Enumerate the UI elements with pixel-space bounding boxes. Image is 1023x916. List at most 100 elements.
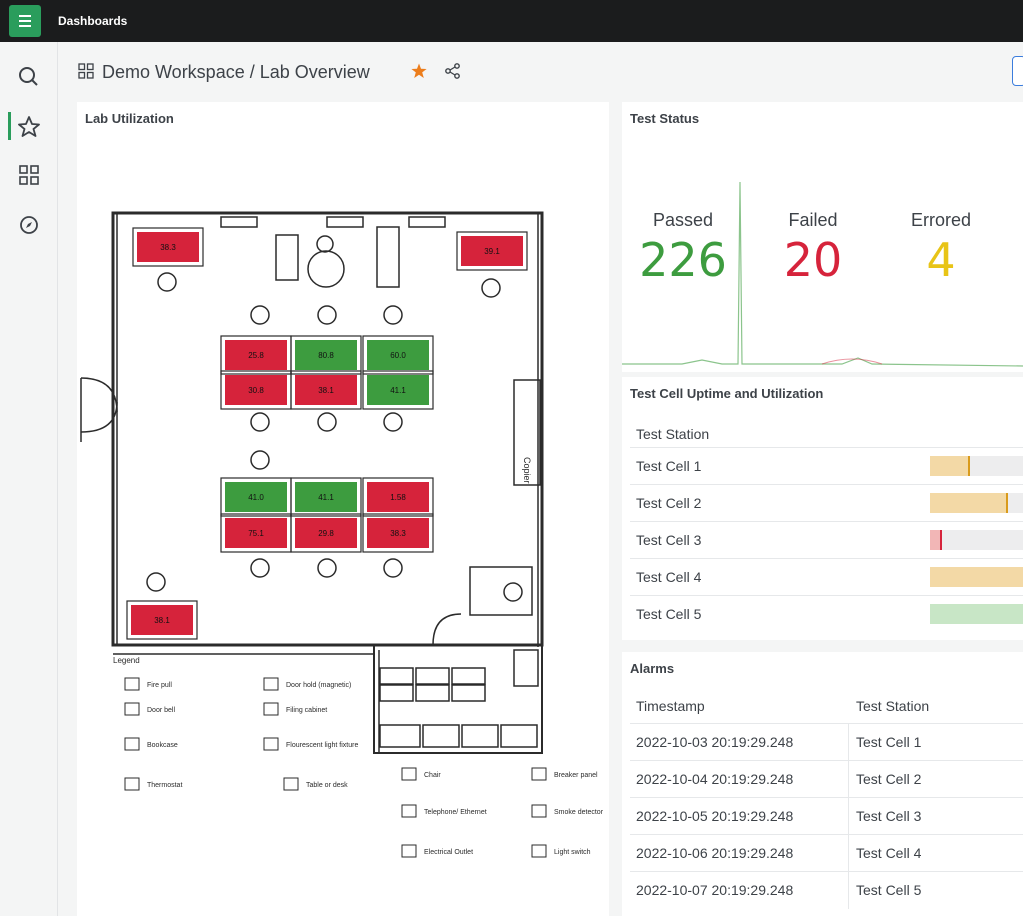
test-cell-label: Test Cell 3 xyxy=(636,532,702,548)
chair xyxy=(383,305,403,325)
utilization-bar-fill xyxy=(930,604,1023,624)
dashboards-grid-icon[interactable] xyxy=(14,160,44,190)
chair xyxy=(157,272,177,292)
legend-item: Smoke detector xyxy=(554,809,604,816)
legend-symbol xyxy=(531,767,547,781)
test-cell-value: 30.8 xyxy=(248,386,264,395)
test-cell-desk[interactable]: 38.3 xyxy=(132,227,204,267)
test-cell-desk[interactable]: 25.8 xyxy=(220,335,292,375)
compass-icon[interactable] xyxy=(14,210,44,240)
passed-value: 226 xyxy=(639,233,727,287)
uptime-row[interactable]: Test Cell 2 xyxy=(630,484,1023,521)
search-icon[interactable] xyxy=(14,62,44,92)
column-divider xyxy=(848,872,849,909)
alarm-timestamp: 2022-10-06 20:19:29.248 xyxy=(636,845,794,861)
uptime-row[interactable]: Test Cell 4 xyxy=(630,558,1023,595)
column-header-timestamp[interactable]: Timestamp xyxy=(636,698,705,714)
column-header-test-station[interactable]: Test Station xyxy=(856,698,929,714)
legend-symbol xyxy=(401,767,417,781)
legend-item: Telephone/ Ethernet xyxy=(424,809,487,816)
alarm-row[interactable]: 2022-10-03 20:19:29.248 Test Cell 1 xyxy=(630,723,1023,761)
copier-label: Copier xyxy=(522,457,532,484)
hamburger-menu-icon[interactable] xyxy=(9,5,41,37)
legend-symbol xyxy=(124,777,140,791)
test-cell-desk[interactable]: 75.1 xyxy=(220,513,292,553)
test-cell-value: 38.3 xyxy=(390,529,406,538)
utilization-bar xyxy=(930,456,1023,476)
legend-item: Door bell xyxy=(147,707,175,714)
utilization-bar xyxy=(930,604,1023,624)
test-cell-desk[interactable]: 41.0 xyxy=(220,477,292,517)
utilization-bar-marker xyxy=(1006,493,1008,513)
legend-symbol xyxy=(124,737,140,751)
panel-title: Alarms xyxy=(630,661,675,676)
test-cell-desk[interactable]: 1.58 xyxy=(362,477,434,517)
dashboard-header: Demo Workspace / Lab Overview xyxy=(58,42,1023,98)
breadcrumb-page: Lab Overview xyxy=(259,62,370,82)
uptime-panel: Test Cell Uptime and Utilization Test St… xyxy=(622,377,1023,640)
header-action-button[interactable] xyxy=(1012,56,1023,86)
chair xyxy=(383,558,403,578)
utilization-bar xyxy=(930,567,1023,587)
legend-symbol xyxy=(124,702,140,716)
passed-stat: Passed 226 xyxy=(628,210,738,287)
lab-utilization-panel: Lab Utilization 38.3 39.1 25.8 80.8 60.0… xyxy=(77,102,609,916)
alarm-row[interactable]: 2022-10-06 20:19:29.248 Test Cell 4 xyxy=(630,834,1023,872)
test-cell-label: Test Cell 2 xyxy=(636,495,702,511)
chair xyxy=(250,450,270,470)
legend-symbol xyxy=(401,844,417,858)
chair xyxy=(250,305,270,325)
uptime-row[interactable]: Test Cell 1 xyxy=(630,447,1023,484)
utilization-bar-fill xyxy=(930,456,970,476)
legend-item: Chair xyxy=(424,772,441,779)
active-nav-indicator xyxy=(8,112,11,140)
column-divider xyxy=(848,798,849,835)
test-cell-desk[interactable]: 41.1 xyxy=(362,370,434,410)
legend-symbol xyxy=(263,702,279,716)
test-status-panel: Test Status Passed 226 Failed 20 Errored… xyxy=(622,102,1023,372)
uptime-row[interactable]: Test Cell 5 xyxy=(630,595,1023,632)
failed-label: Failed xyxy=(788,210,838,230)
test-cell-value: 38.1 xyxy=(154,616,170,625)
panel-title: Test Cell Uptime and Utilization xyxy=(630,386,824,401)
failed-stat: Failed 20 xyxy=(758,210,868,287)
uptime-row[interactable]: Test Cell 3 xyxy=(630,521,1023,558)
utilization-bar-marker xyxy=(968,456,970,476)
alarm-row[interactable]: 2022-10-05 20:19:29.248 Test Cell 3 xyxy=(630,797,1023,835)
alarm-timestamp: 2022-10-03 20:19:29.248 xyxy=(636,734,794,750)
test-cell-desk[interactable]: 38.1 xyxy=(290,370,362,410)
test-cell-desk[interactable]: 39.1 xyxy=(456,231,528,271)
test-cell-value: 80.8 xyxy=(318,351,334,360)
test-cell-desk[interactable]: 60.0 xyxy=(362,335,434,375)
breadcrumb-workspace[interactable]: Demo Workspace xyxy=(102,62,245,82)
star-icon[interactable] xyxy=(14,112,44,142)
chair xyxy=(481,278,501,298)
alarm-test-station: Test Cell 3 xyxy=(856,808,922,824)
test-cell-desk[interactable]: 38.1 xyxy=(126,600,198,640)
share-icon[interactable] xyxy=(444,62,462,85)
test-cell-desk[interactable]: 80.8 xyxy=(290,335,362,375)
side-nav xyxy=(0,42,58,916)
test-cell-desk[interactable]: 38.3 xyxy=(362,513,434,553)
test-cell-label: Test Cell 4 xyxy=(636,569,702,585)
legend-symbol xyxy=(124,677,140,691)
passed-label: Passed xyxy=(652,210,714,230)
chair xyxy=(250,412,270,432)
chair xyxy=(383,412,403,432)
legend-symbol xyxy=(283,777,299,791)
test-cell-value: 41.1 xyxy=(390,386,406,395)
test-cell-value: 60.0 xyxy=(390,351,406,360)
legend-item: Breaker panel xyxy=(554,772,598,779)
alarm-row[interactable]: 2022-10-04 20:19:29.248 Test Cell 2 xyxy=(630,760,1023,798)
favorite-star-icon[interactable] xyxy=(410,62,428,85)
legend-item: Table or desk xyxy=(306,782,348,789)
test-cell-desk[interactable]: 41.1 xyxy=(290,477,362,517)
test-cell-desk[interactable]: 30.8 xyxy=(220,370,292,410)
alarm-row[interactable]: 2022-10-07 20:19:29.248 Test Cell 5 xyxy=(630,871,1023,909)
test-cell-desk[interactable]: 29.8 xyxy=(290,513,362,553)
errored-stat: Errored 4 xyxy=(886,210,996,287)
column-divider xyxy=(848,724,849,761)
alarm-test-station: Test Cell 5 xyxy=(856,882,922,898)
test-cell-value: 39.1 xyxy=(484,247,500,256)
column-header-test-station[interactable]: Test Station xyxy=(636,426,709,442)
